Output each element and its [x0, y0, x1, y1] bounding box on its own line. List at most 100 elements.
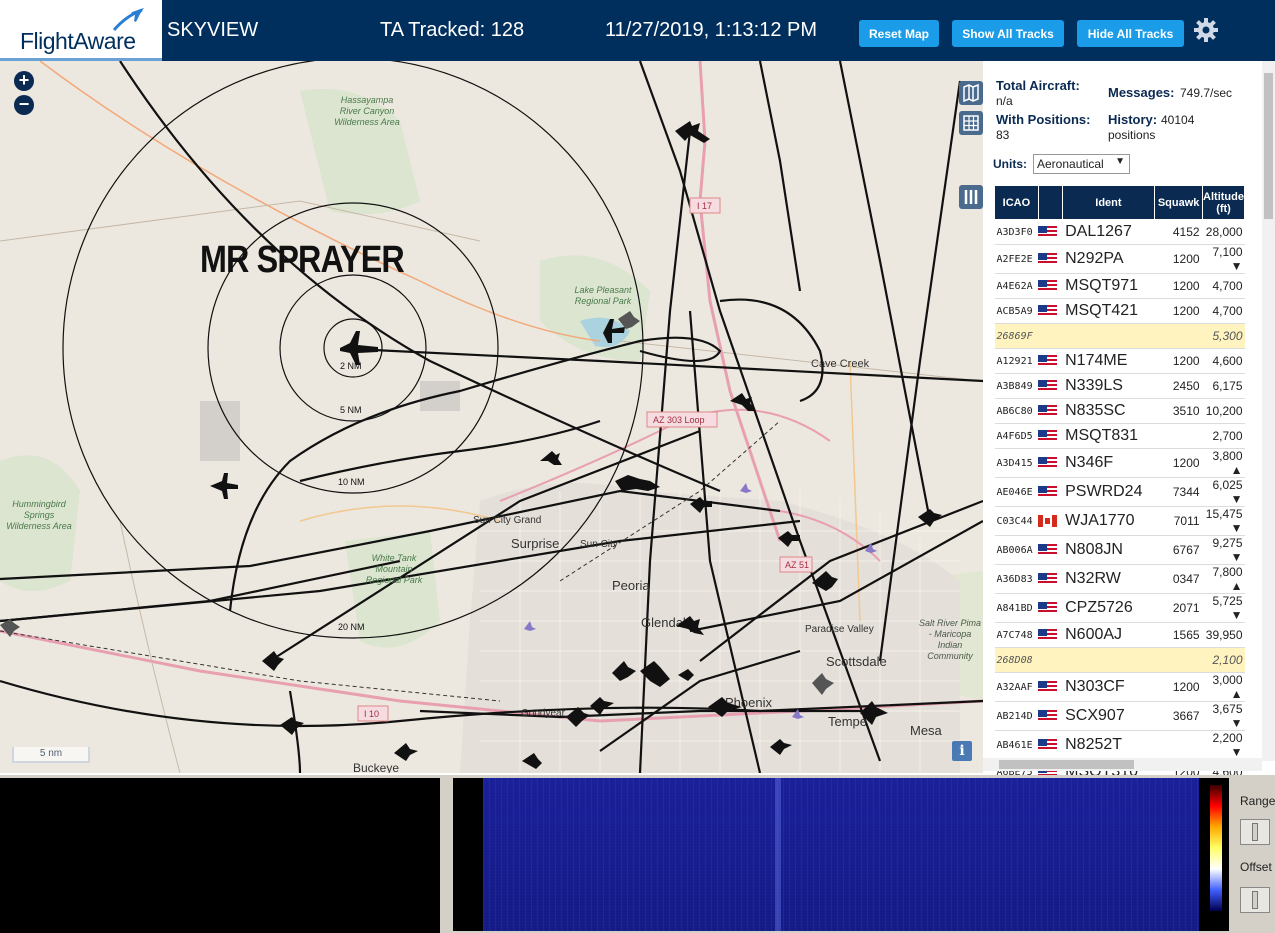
altitude-cell: 3,675 ▼: [1202, 701, 1245, 731]
icao-cell: A4E62A: [994, 273, 1039, 299]
place-label: Lake Pleasant Regional Park: [574, 285, 632, 306]
logo-text: FlightAware: [20, 28, 136, 54]
flag-cell: [1038, 219, 1063, 245]
altitude-cell: 6,025 ▼: [1202, 477, 1245, 507]
aircraft-row[interactable]: AB214D SCX907 3667 3,675 ▼: [994, 701, 1245, 731]
aircraft-row[interactable]: A2FE2E N292PA 1200 7,100 ▼: [994, 244, 1245, 274]
mr-sprayer-annotation: MR SPRAYER: [200, 239, 405, 281]
ident-cell: [1062, 647, 1155, 673]
us-flag-icon: [1038, 543, 1058, 556]
scroll-thumb[interactable]: [1264, 73, 1273, 219]
scroll-thumb[interactable]: [999, 760, 1134, 769]
squawk-cell: [1154, 730, 1203, 760]
columns-toggle-icon[interactable]: [959, 185, 983, 209]
aircraft-row[interactable]: A3D415 N346F 1200 3,800 ▲: [994, 448, 1245, 478]
offset-slider[interactable]: [1240, 887, 1270, 913]
aircraft-row[interactable]: C03C44 WJA1770 7011 15,475 ▼: [994, 506, 1245, 536]
aircraft-row[interactable]: ACB5A9 MSQT421 1200 4,700: [994, 298, 1245, 324]
aircraft-row[interactable]: AE046E PSWRD24 7344 6,025 ▼: [994, 477, 1245, 507]
flag-cell: [1038, 535, 1063, 565]
squawk-cell: 4152: [1154, 219, 1203, 245]
aircraft-row[interactable]: A4F6D5 MSQT831 2,700: [994, 423, 1245, 449]
aircraft-row[interactable]: A32AAF N303CF 1200 3,000 ▲: [994, 672, 1245, 702]
column-header-ident[interactable]: Ident: [1061, 185, 1156, 220]
column-header-icao[interactable]: ICAO: [994, 185, 1039, 220]
range-slider[interactable]: [1240, 819, 1270, 845]
ident-cell: N292PA: [1062, 244, 1155, 274]
icao-cell: AB006A: [994, 535, 1039, 565]
gear-icon[interactable]: [1193, 17, 1219, 43]
grid-toggle-icon[interactable]: [959, 111, 983, 135]
icao-cell: 268D08: [994, 647, 1039, 673]
flag-cell: [1038, 564, 1063, 594]
us-flag-icon: [1038, 456, 1058, 469]
us-flag-icon: [1038, 680, 1058, 693]
flag-cell: [1038, 323, 1063, 349]
waterfall-signal-strip: [775, 778, 781, 931]
ring-label: 20 NM: [338, 622, 365, 632]
canada-flag-icon: [1038, 514, 1058, 527]
aircraft-row[interactable]: A36D83 N32RW 0347 7,800 ▲: [994, 564, 1245, 594]
aircraft-row[interactable]: A3D3F0 DAL1267 4152 28,000: [994, 219, 1245, 245]
info-icon[interactable]: i: [952, 741, 972, 761]
flightaware-logo[interactable]: FlightAware: [0, 0, 162, 61]
show-all-tracks-button[interactable]: Show All Tracks: [952, 20, 1064, 47]
squawk-cell: 7011: [1154, 506, 1203, 536]
with-positions-label: With Positions:: [996, 112, 1091, 127]
aircraft-row[interactable]: AB6C80 N835SC 3510 10,200: [994, 398, 1245, 424]
ident-cell: PSWRD24: [1062, 477, 1155, 507]
icao-cell: AB6C80: [994, 398, 1039, 424]
ident-cell: MSQT421: [1062, 298, 1155, 324]
dropdown-arrow-icon: ▼: [1115, 156, 1125, 167]
squawk-cell: 1200: [1154, 244, 1203, 274]
aircraft-row[interactable]: A7C748 N600AJ 1565 39,950: [994, 622, 1245, 648]
icao-cell: A7C748: [994, 622, 1039, 648]
squawk-cell: [1154, 323, 1203, 349]
table-vertical-scrollbar[interactable]: [1262, 61, 1275, 761]
ident-cell: CPZ5726: [1062, 593, 1155, 623]
altitude-cell: 28,000: [1202, 219, 1245, 245]
map-layers-icon[interactable]: [959, 81, 983, 105]
with-positions-value: 83: [996, 128, 1010, 142]
aircraft-row[interactable]: A841BD CPZ5726 2071 5,725 ▼: [994, 593, 1245, 623]
flag-cell: [1038, 647, 1063, 673]
aircraft-row[interactable]: AB461E N8252T 2,200 ▼: [994, 730, 1245, 760]
reset-map-button[interactable]: Reset Map: [859, 20, 939, 47]
slider-knob[interactable]: [1252, 891, 1258, 909]
column-header-altitude[interactable]: Altitude (ft): [1202, 185, 1245, 220]
squawk-cell: 1200: [1154, 448, 1203, 478]
map-view[interactable]: 2 NM 5 NM 10 NM 20 NM Cave Creek Sun Cit…: [0, 61, 983, 773]
us-flag-icon: [1038, 379, 1058, 392]
aircraft-row[interactable]: A3B849 N339LS 2450 6,175: [994, 373, 1245, 399]
aircraft-row[interactable]: AB006A N808JN 6767 9,275 ▼: [994, 535, 1245, 565]
ident-cell: N174ME: [1062, 348, 1155, 374]
squawk-cell: 1200: [1154, 298, 1203, 324]
units-select[interactable]: Aeronautical ▼: [1033, 154, 1130, 174]
place-label: White Tank Mountain Regional Park: [365, 553, 423, 585]
hide-all-tracks-button[interactable]: Hide All Tracks: [1077, 20, 1184, 47]
table-horizontal-scrollbar[interactable]: [983, 758, 1262, 771]
ident-cell: N600AJ: [1062, 622, 1155, 648]
column-header-flag[interactable]: [1037, 185, 1063, 220]
place-label: Cave Creek: [811, 358, 870, 370]
aircraft-row[interactable]: 26869F 5,300: [994, 323, 1245, 349]
column-header-squawk[interactable]: Squawk: [1154, 185, 1204, 220]
icao-cell: A2FE2E: [994, 244, 1039, 274]
aircraft-row[interactable]: A4E62A MSQT971 1200 4,700: [994, 273, 1245, 299]
basemap: 2 NM 5 NM 10 NM 20 NM Cave Creek Sun Cit…: [0, 61, 983, 773]
zoom-out-button[interactable]: −: [14, 95, 34, 115]
aircraft-row[interactable]: A12921 N174ME 1200 4,600: [994, 348, 1245, 374]
place-label: Surprise: [511, 536, 559, 551]
slider-knob[interactable]: [1252, 823, 1258, 841]
altitude-cell: 7,100 ▼: [1202, 244, 1245, 274]
total-aircraft-label: Total Aircraft:: [996, 78, 1080, 93]
aircraft-row[interactable]: 268D08 2,100: [994, 647, 1245, 673]
units-value: Aeronautical: [1037, 157, 1104, 171]
zoom-in-button[interactable]: +: [14, 71, 34, 91]
flag-cell: [1038, 348, 1063, 374]
road-shield: I 17: [697, 201, 712, 211]
icao-cell: A12921: [994, 348, 1039, 374]
us-flag-icon: [1038, 304, 1058, 317]
flag-cell: [1038, 273, 1063, 299]
icao-cell: AB461E: [994, 730, 1039, 760]
